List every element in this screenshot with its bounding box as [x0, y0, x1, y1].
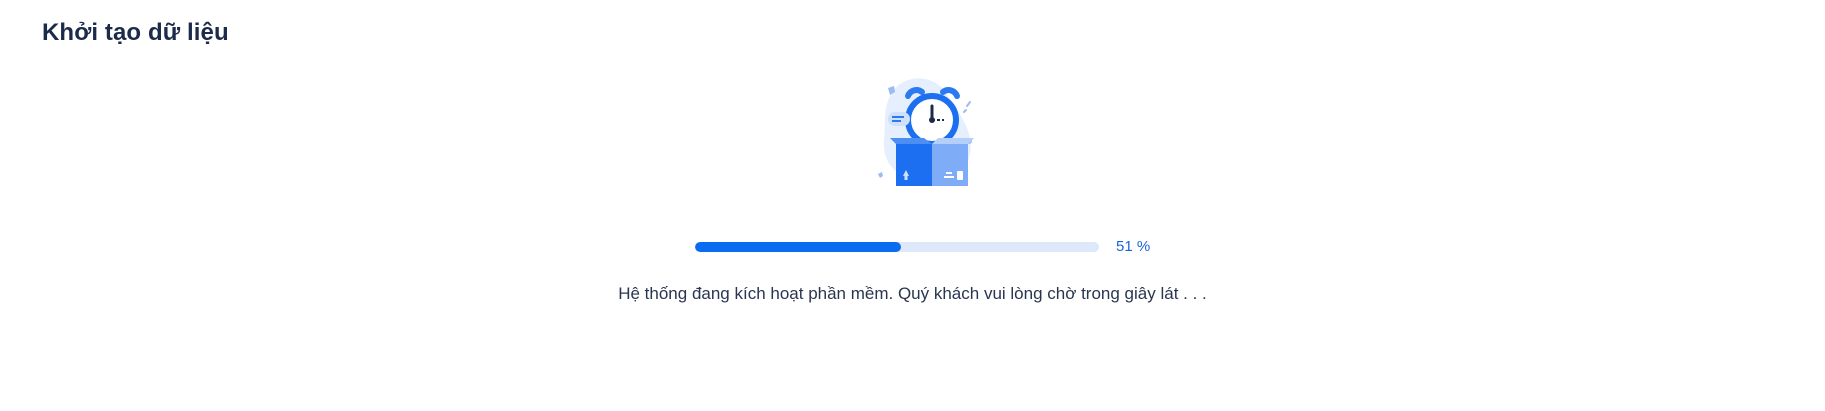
progress-percent-label: 51 %	[1116, 238, 1151, 255]
progress-bar	[695, 242, 1099, 252]
illustration-svg	[878, 78, 974, 186]
page-title: Khởi tạo dữ liệu	[42, 19, 229, 46]
progress-bar-fill	[695, 242, 902, 252]
alarm-clock-box-icon	[870, 74, 990, 194]
status-message: Hệ thống đang kích hoạt phần mềm. Quý kh…	[618, 284, 1207, 303]
